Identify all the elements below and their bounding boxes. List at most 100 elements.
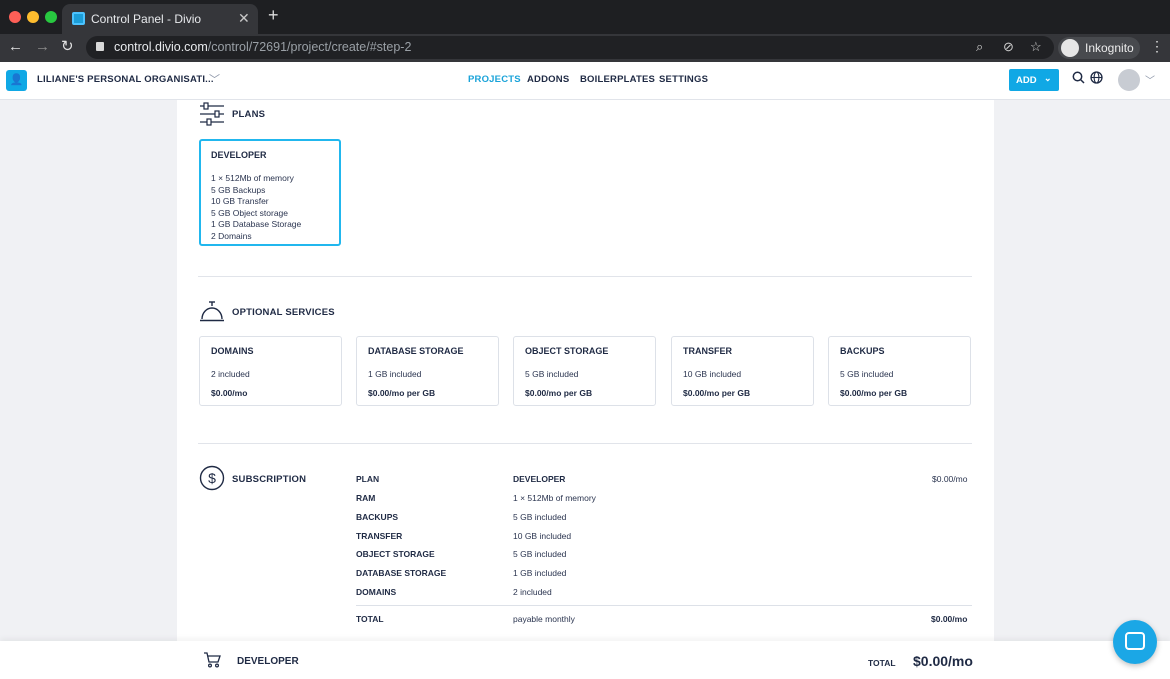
chevron-down-icon[interactable]: ﹀ xyxy=(209,71,220,87)
service-price: $0.00/mo per GB xyxy=(525,388,593,398)
service-name: OBJECT STORAGE xyxy=(525,346,609,356)
optional-services-title: OPTIONAL SERVICES xyxy=(232,307,335,318)
maximize-window-button[interactable] xyxy=(45,11,57,23)
subscription-total-price: $0.00/mo xyxy=(931,614,968,624)
bookmark-star-icon[interactable]: ☆ xyxy=(1030,39,1042,55)
add-button[interactable]: ADD ⌄ xyxy=(1009,69,1059,91)
subscription-row-value: 10 GB included xyxy=(513,531,572,541)
tracking-off-icon[interactable]: ⊘ xyxy=(1003,39,1014,55)
browser-toolbar: ← → ↻ control.divio.com/control/72691/pr… xyxy=(0,34,1170,62)
nav-boilerplates[interactable]: BOILERPLATES xyxy=(580,74,655,85)
subscription-row-label: TRANSFER xyxy=(356,531,403,541)
browser-tab[interactable]: Control Panel - Divio ✕ xyxy=(62,4,258,34)
plan-feature: 1 GB Database Storage xyxy=(211,219,302,230)
checkout-total-label: TOTAL xyxy=(868,658,896,668)
service-bell-icon xyxy=(200,301,224,322)
subscription-row-value: 1 GB included xyxy=(513,568,567,578)
chevron-down-icon[interactable]: ﹀ xyxy=(1145,72,1155,87)
subscription-row-price: $0.00/mo xyxy=(932,474,968,484)
nav-projects[interactable]: PROJECTS xyxy=(468,74,521,85)
subscription-row-label: DATABASE STORAGE xyxy=(356,568,447,578)
service-included: 1 GB included xyxy=(368,369,422,379)
checkout-total-price: $0.00/mo xyxy=(913,653,973,669)
shopping-cart-icon xyxy=(204,652,221,668)
nav-addons[interactable]: ADDONS xyxy=(527,74,569,85)
service-name: DATABASE STORAGE xyxy=(368,346,464,356)
plan-feature: 5 GB Object storage xyxy=(211,207,289,218)
zoom-icon[interactable]: ⌕ xyxy=(976,39,983,55)
subscription-total-divider xyxy=(356,605,972,606)
subscription-row-label: RAM xyxy=(356,493,376,503)
subscription-total-label: TOTAL xyxy=(356,614,384,624)
divio-favicon-icon xyxy=(72,12,85,25)
chat-icon xyxy=(1125,632,1145,650)
url-text: control.divio.com/control/72691/project/… xyxy=(114,40,412,54)
plan-features: 1 × 512Mb of memory 5 GB Backups 10 GB T… xyxy=(211,173,301,243)
service-included: 5 GB included xyxy=(840,369,894,379)
organisation-name[interactable]: LILIANE'S PERSONAL ORGANISATI... xyxy=(37,74,214,85)
plans-title: PLANS xyxy=(232,109,266,120)
organisation-user-icon[interactable]: 👤 xyxy=(6,70,27,91)
dollar-icon: $ xyxy=(199,465,225,491)
service-price: $0.00/mo xyxy=(211,388,248,398)
subscription-row-value: 1 × 512Mb of memory xyxy=(513,493,596,503)
subscription-row-value: 2 included xyxy=(513,587,552,597)
plan-feature: 5 GB Backups xyxy=(211,184,266,195)
globe-icon[interactable] xyxy=(1090,71,1103,87)
close-window-button[interactable] xyxy=(9,11,21,23)
service-price: $0.00/mo per GB xyxy=(368,388,436,398)
subscription-total-note: payable monthly xyxy=(513,614,575,624)
add-button-label: ADD xyxy=(1016,75,1037,86)
service-card-backups[interactable]: BACKUPS 5 GB included $0.00/mo per GB xyxy=(828,336,971,406)
incognito-icon xyxy=(1061,39,1079,57)
service-card-database-storage[interactable]: DATABASE STORAGE 1 GB included $0.00/mo … xyxy=(356,336,499,406)
plan-feature: 2 Domains xyxy=(211,230,252,241)
new-tab-icon[interactable]: + xyxy=(268,6,279,24)
nav-settings[interactable]: SETTINGS xyxy=(659,74,708,85)
plan-feature: 10 GB Transfer xyxy=(211,196,269,207)
service-price: $0.00/mo per GB xyxy=(840,388,908,398)
minimize-window-button[interactable] xyxy=(27,11,39,23)
service-included: 2 included xyxy=(211,369,250,379)
plan-feature: 1 × 512Mb of memory xyxy=(211,173,294,183)
service-included: 10 GB included xyxy=(683,369,742,379)
service-name: DOMAINS xyxy=(211,346,254,356)
subscription-row-label: PLAN xyxy=(356,474,380,484)
browser-menu-icon[interactable]: ⋮ xyxy=(1150,38,1164,55)
search-icon[interactable] xyxy=(1072,71,1085,87)
chat-launcher-button[interactable] xyxy=(1113,620,1157,664)
chevron-down-icon: ⌄ xyxy=(1044,73,1052,83)
subscription-row-value: DEVELOPER xyxy=(513,474,566,484)
checkout-plan-name: DEVELOPER xyxy=(237,656,299,667)
subscription-title: SUBSCRIPTION xyxy=(232,474,307,485)
subscription-row-value: 5 GB included xyxy=(513,512,567,522)
browser-tabbar: Control Panel - Divio ✕ + xyxy=(0,0,1170,34)
service-included: 5 GB included xyxy=(525,369,579,379)
tab-title: Control Panel - Divio xyxy=(91,12,202,26)
checkout-bar: DEVELOPER TOTAL $0.00/mo xyxy=(0,641,1170,679)
subscription-row-label: DOMAINS xyxy=(356,587,397,597)
forward-icon[interactable]: → xyxy=(35,38,50,56)
incognito-badge[interactable]: Inkognito xyxy=(1058,37,1140,59)
subscription-row-value: 5 GB included xyxy=(513,549,567,559)
service-price: $0.00/mo per GB xyxy=(683,388,751,398)
service-name: BACKUPS xyxy=(840,346,885,356)
section-divider xyxy=(198,276,972,277)
plan-name: DEVELOPER xyxy=(211,150,267,160)
reload-icon[interactable]: ↻ xyxy=(61,38,74,56)
lock-icon xyxy=(96,42,104,51)
address-bar[interactable]: control.divio.com/control/72691/project/… xyxy=(86,36,1054,59)
service-name: TRANSFER xyxy=(683,346,732,356)
service-card-domains[interactable]: DOMAINS 2 included $0.00/mo xyxy=(199,336,342,406)
plan-card-developer[interactable]: DEVELOPER 1 × 512Mb of memory 5 GB Backu… xyxy=(199,139,341,246)
incognito-label: Inkognito xyxy=(1085,41,1134,55)
sliders-icon xyxy=(200,102,224,126)
subscription-row-label: OBJECT STORAGE xyxy=(356,549,435,559)
tab-close-icon[interactable]: ✕ xyxy=(238,10,250,27)
avatar[interactable] xyxy=(1118,69,1140,91)
svg-text:$: $ xyxy=(208,470,216,486)
service-card-transfer[interactable]: TRANSFER 10 GB included $0.00/mo per GB xyxy=(671,336,814,406)
back-icon[interactable]: ← xyxy=(8,38,23,56)
service-card-object-storage[interactable]: OBJECT STORAGE 5 GB included $0.00/mo pe… xyxy=(513,336,656,406)
section-divider xyxy=(198,443,972,444)
